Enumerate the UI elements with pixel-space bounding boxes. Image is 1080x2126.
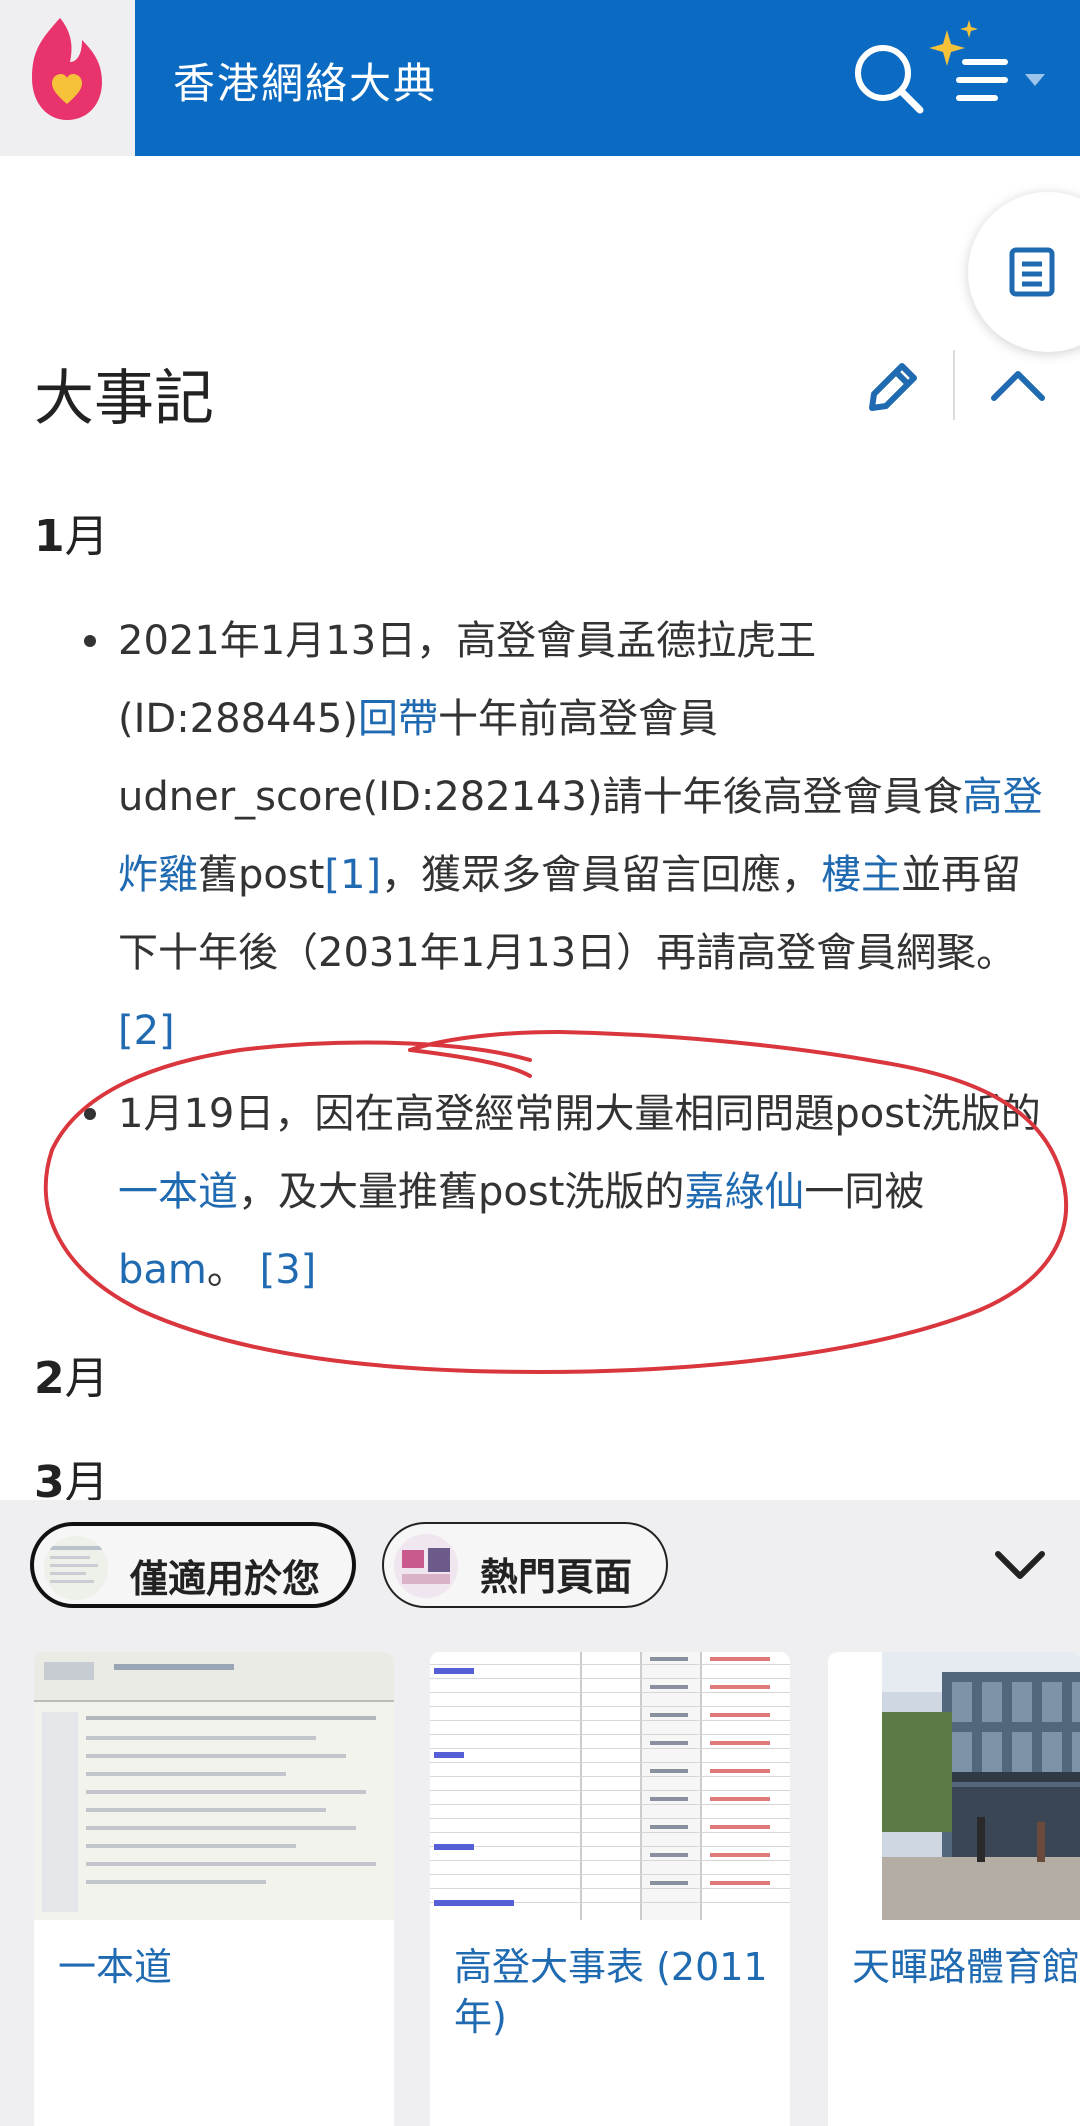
tab-thumbnail [44,1536,108,1600]
card-title[interactable]: 一本道 [58,1942,378,1992]
site-logo[interactable] [0,0,135,156]
recommendation-card[interactable]: 天暉路體育館 [828,1652,1080,2126]
month-suffix: 月 [64,511,109,562]
search-icon[interactable] [850,40,928,118]
site-header: 香港網絡大典 [0,0,1080,156]
recommendations-panel: 僅適用於您 熱門頁面 一本道 高登大事表 (2011年) 天暉路體育館 [0,1500,1080,2126]
card-thumbnail [430,1652,790,1920]
month-heading-feb: 2月 [34,1342,109,1406]
month-suffix: 月 [64,1353,109,1404]
link-rewind[interactable]: 回帶 [358,696,438,742]
card-title[interactable]: 天暉路體育館 [852,1942,1080,1992]
search-button[interactable] [850,40,928,118]
tab-label: 僅適用於您 [130,1557,321,1601]
card-thumbnail [34,1652,394,1920]
entry-text: ，獲眾多會員留言回應， [381,852,822,898]
recommendation-card[interactable]: 高登大事表 (2011年) [430,1652,790,2126]
site-title[interactable]: 香港網絡大典 [173,50,437,111]
edit-section-button[interactable] [862,356,924,418]
month-number: 2 [34,1353,65,1404]
header-bar: 香港網絡大典 [135,0,1080,156]
tab-for-you[interactable]: 僅適用於您 [30,1522,356,1608]
section-heading: 大事記 [34,364,214,434]
main-menu-button[interactable] [925,18,1060,118]
tab-label: 熱門頁面 [480,1555,633,1599]
entry-text: 舊post [198,852,325,898]
list-bullet [84,635,96,647]
card-thumbnail [882,1652,1080,1920]
red-circle-annotation [43,1029,1069,1375]
collapse-recommendations-button[interactable] [990,1540,1050,1590]
fire-heart-logo-icon[interactable] [0,0,135,156]
sparkle-menu-icon[interactable] [925,18,1060,118]
tab-popular-pages[interactable]: 熱門頁面 [382,1522,668,1608]
reference-link-1[interactable]: [1] [324,852,381,898]
table-of-contents-icon[interactable] [1008,246,1060,298]
chevron-down-icon[interactable] [990,1540,1050,1590]
recommendation-card[interactable]: 一本道 [34,1652,394,2126]
collapse-section-button[interactable] [988,360,1048,410]
chevron-up-icon[interactable] [988,360,1048,410]
pencil-edit-icon[interactable] [862,356,924,418]
tab-thumbnail [394,1534,458,1598]
card-title[interactable]: 高登大事表 (2011年) [454,1942,774,2042]
heading-divider [953,350,955,420]
table-of-contents-button[interactable] [968,192,1080,352]
list-item: 2021年1月13日，高登會員孟德拉虎王(ID:288445)回帶十年前高登會員… [118,602,1048,1070]
month-number: 1 [34,511,65,562]
link-thread-starter[interactable]: 樓主 [821,852,901,898]
month-heading-jan: 1月 [34,500,109,564]
